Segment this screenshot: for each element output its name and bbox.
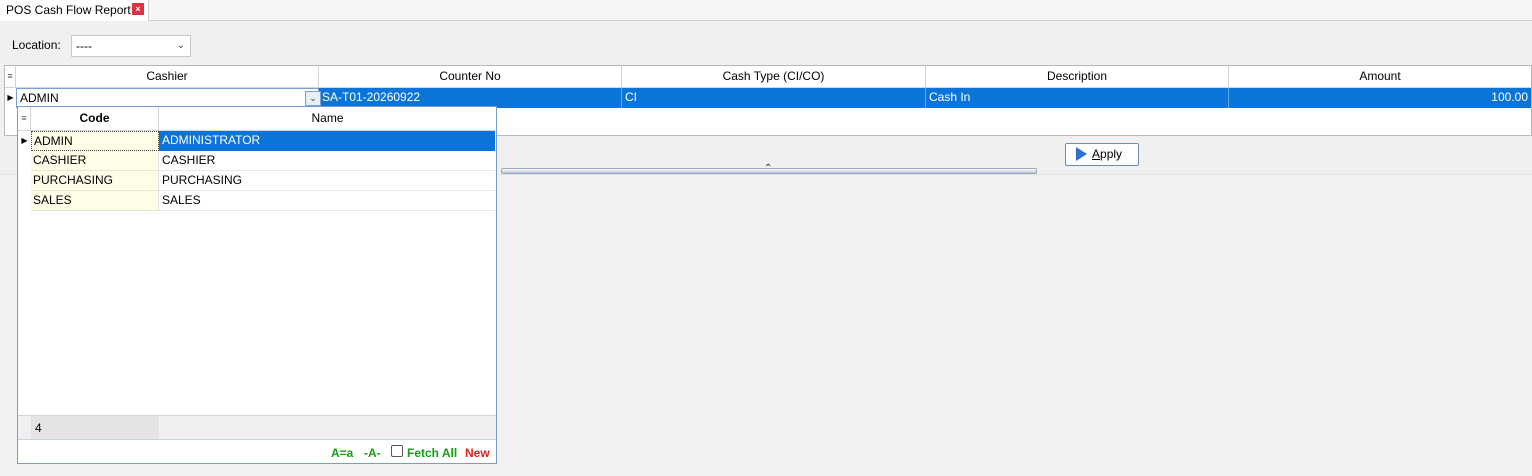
lookup-row[interactable]: ▶ ADMIN ADMINISTRATOR: [18, 131, 495, 151]
tab-bar: POS Cash Flow Report ×: [0, 0, 1532, 21]
header-description[interactable]: Description: [926, 66, 1229, 88]
cell-cashier[interactable]: ADMIN: [16, 88, 319, 108]
fetch-all-label[interactable]: Fetch All: [407, 446, 457, 460]
lookup-row[interactable]: SALES SALES: [18, 191, 495, 211]
lookup-row[interactable]: PURCHASING PURCHASING: [18, 171, 495, 191]
apply-label: pply: [1100, 147, 1123, 161]
close-icon[interactable]: ×: [132, 3, 144, 15]
header-cashier[interactable]: Cashier: [16, 66, 319, 88]
cashier-dropdown-button[interactable]: ⌄: [305, 91, 321, 106]
header-amount[interactable]: Amount: [1229, 66, 1531, 88]
table-row[interactable]: ADMIN SA-T01-20260922 CI Cash In 100.00: [5, 88, 1531, 108]
lookup-name[interactable]: ADMINISTRATOR: [159, 131, 495, 151]
lookup-code[interactable]: ADMIN: [31, 131, 159, 151]
fetch-all-checkbox[interactable]: [391, 445, 403, 457]
case-sensitive-toggle[interactable]: A=a: [331, 446, 353, 460]
lookup-name[interactable]: PURCHASING: [159, 171, 495, 191]
location-label: Location:: [12, 38, 61, 52]
lookup-code[interactable]: CASHIER: [31, 151, 159, 171]
record-count: 4: [31, 416, 159, 440]
lookup-footer: 4: [18, 415, 496, 440]
lookup-row[interactable]: CASHIER CASHIER: [18, 151, 495, 171]
chevron-down-icon[interactable]: ⌄: [177, 36, 185, 56]
header-counter-no[interactable]: Counter No: [319, 66, 622, 88]
lookup-header: ≡ Code Name: [18, 107, 496, 131]
play-icon: [1076, 146, 1087, 161]
column-chooser-icon[interactable]: ≡: [5, 66, 16, 88]
lookup-toolbar: A=a -A- Fetch All New: [18, 439, 496, 463]
lookup-header-code[interactable]: Code: [31, 107, 159, 131]
cell-counter-no[interactable]: SA-T01-20260922: [319, 88, 622, 108]
current-row-icon: ▶: [21, 136, 28, 145]
contains-toggle[interactable]: -A-: [364, 446, 381, 460]
lookup-name[interactable]: SALES: [159, 191, 495, 211]
apply-mnemonic: A: [1092, 147, 1101, 161]
chevron-up-icon[interactable]: ⌃: [764, 163, 772, 174]
location-select[interactable]: ---- ⌄: [71, 35, 191, 57]
lookup-name[interactable]: CASHIER: [159, 151, 495, 171]
cell-cash-type[interactable]: CI: [622, 88, 926, 108]
cashier-lookup-popup: ≡ Code Name ▶ ADMIN ADMINISTRATOR CASHIE…: [17, 106, 497, 464]
lookup-code[interactable]: PURCHASING: [31, 171, 159, 191]
cell-description[interactable]: Cash In: [926, 88, 1229, 108]
location-value: ----: [76, 39, 92, 53]
tab-title: POS Cash Flow Report: [6, 3, 131, 17]
tab-pos-cash-flow-report[interactable]: POS Cash Flow Report ×: [0, 0, 149, 21]
splitter-handle[interactable]: ⌃: [501, 163, 1037, 174]
lookup-header-name[interactable]: Name: [159, 107, 496, 131]
new-link[interactable]: New: [465, 446, 490, 460]
column-chooser-icon[interactable]: ≡: [18, 107, 31, 131]
apply-button[interactable]: Apply: [1065, 143, 1139, 166]
lookup-code[interactable]: SALES: [31, 191, 159, 211]
cell-amount[interactable]: 100.00: [1229, 88, 1531, 108]
header-cash-type[interactable]: Cash Type (CI/CO): [622, 66, 926, 88]
grid-header: ≡ Cashier Counter No Cash Type (CI/CO) D…: [5, 66, 1531, 88]
